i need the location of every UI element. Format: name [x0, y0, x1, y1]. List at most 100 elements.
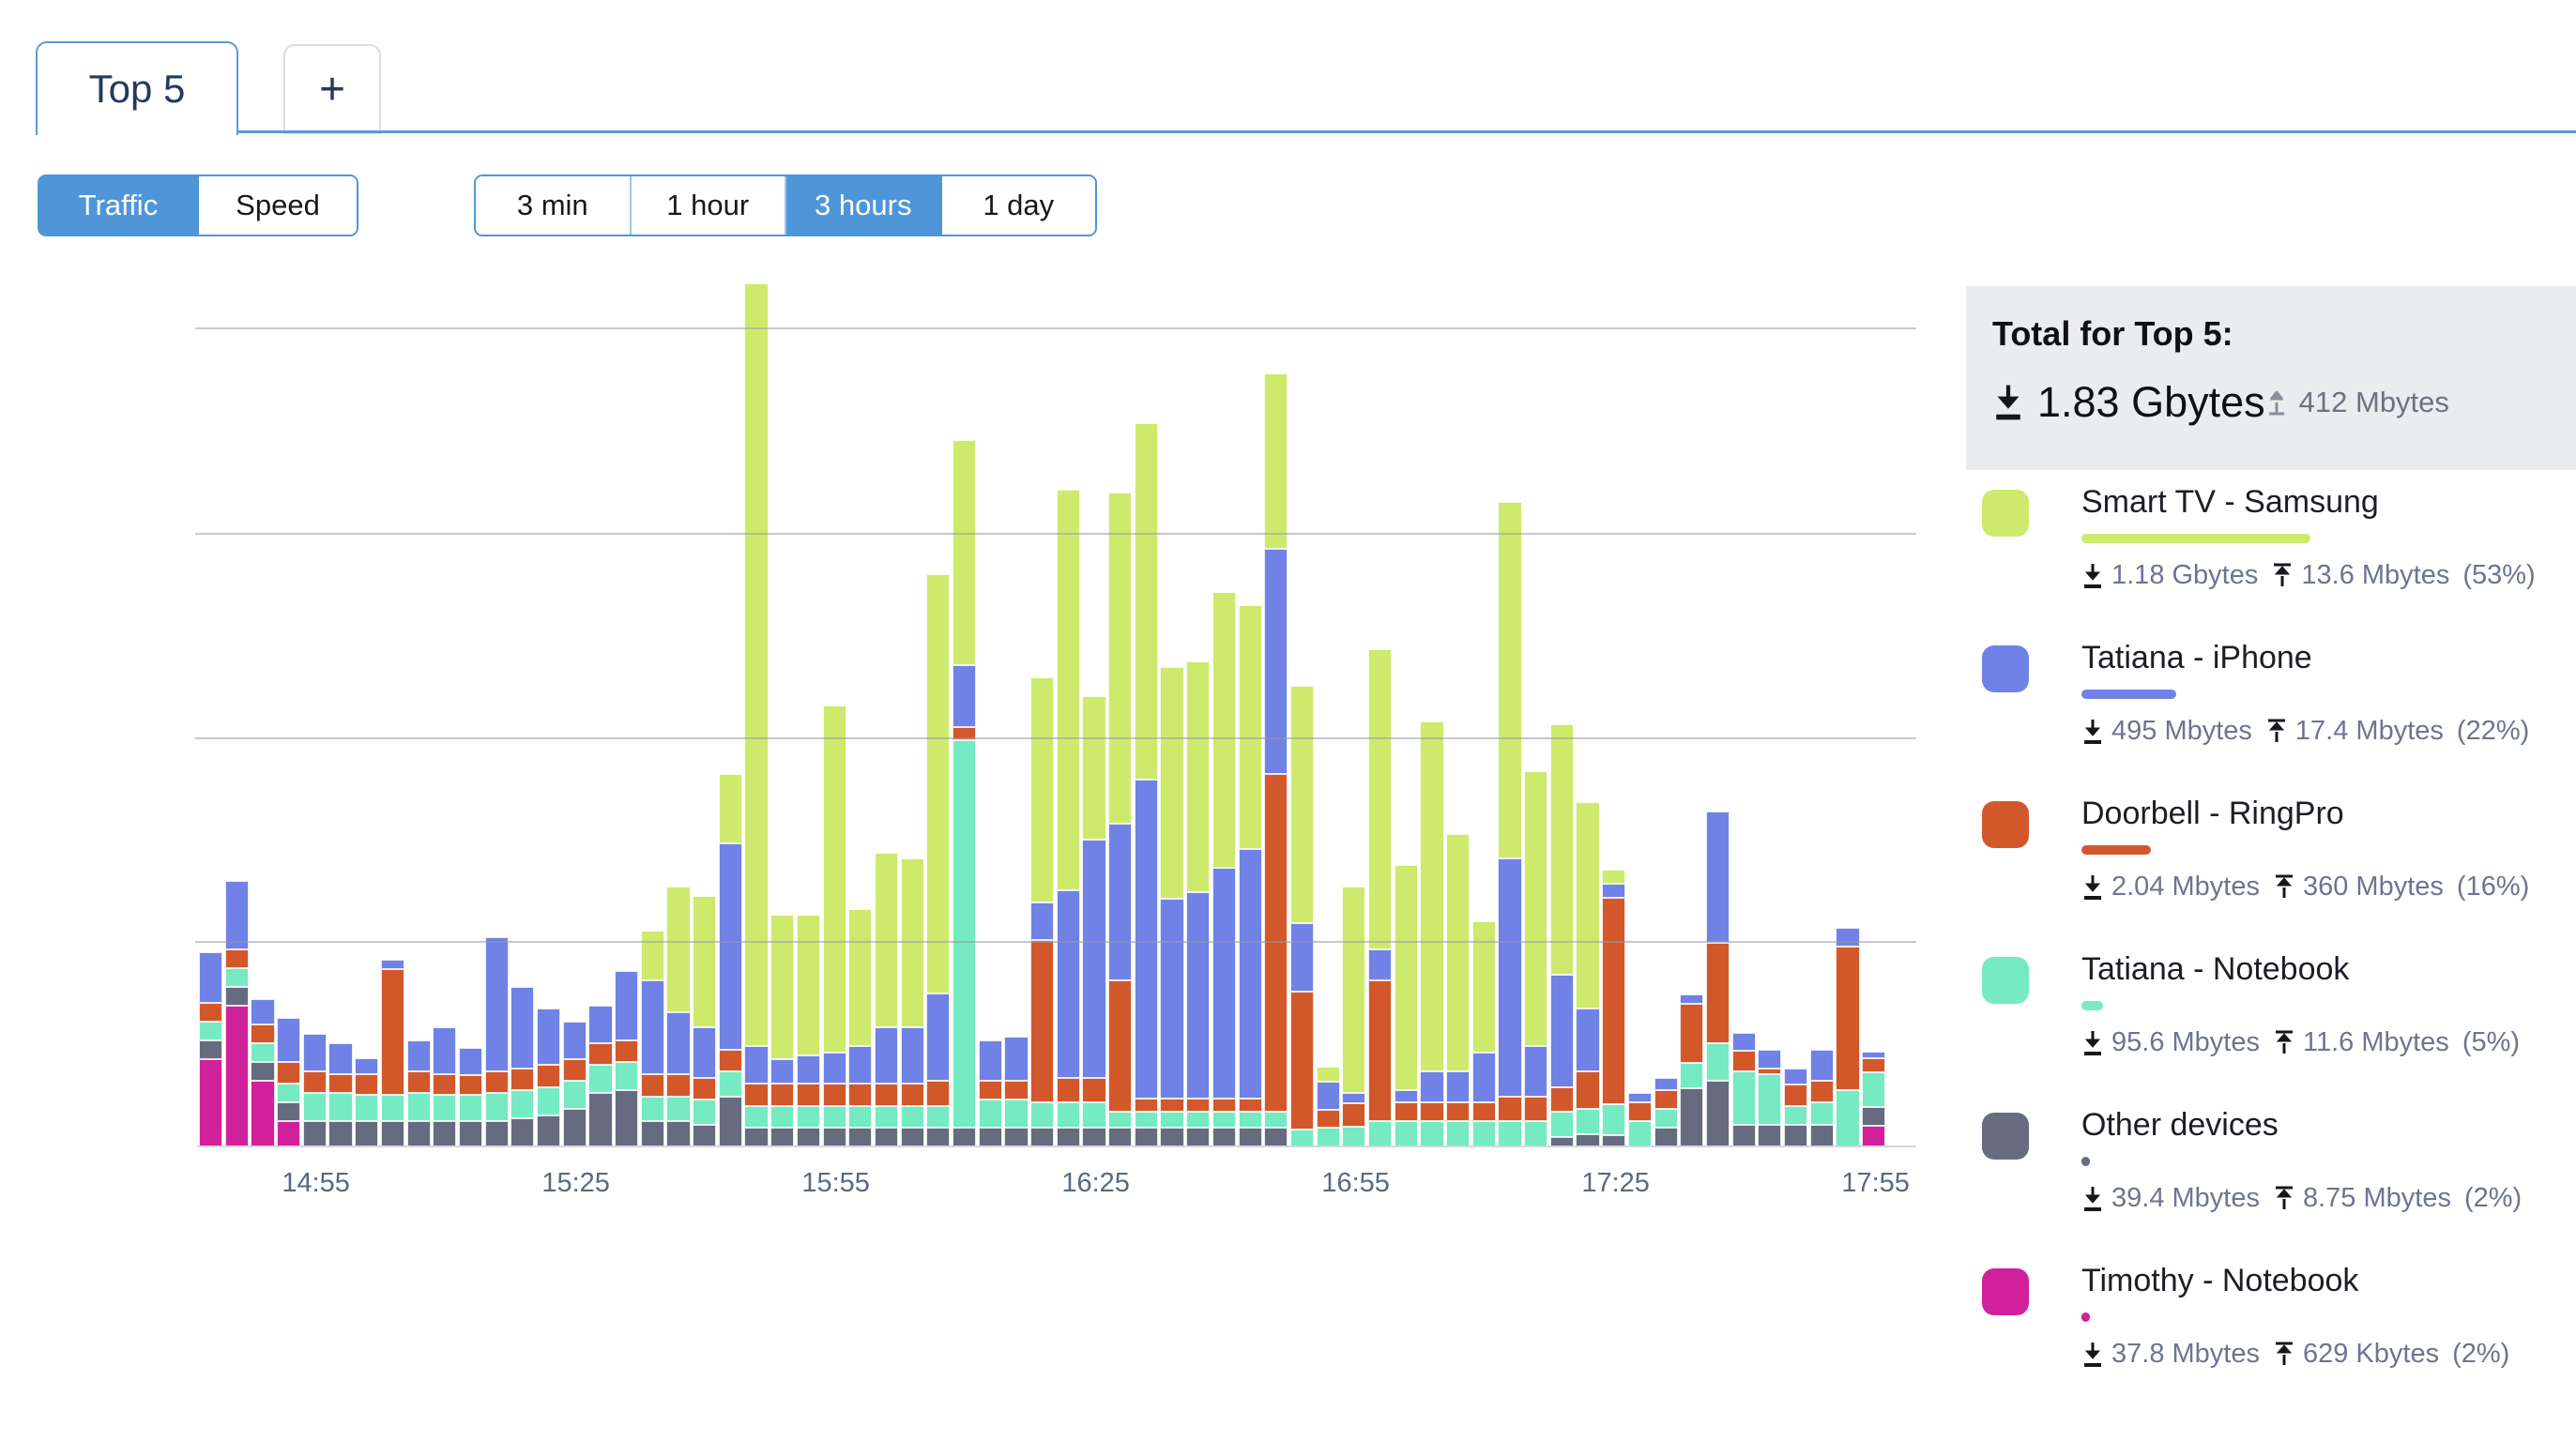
bar-column[interactable] [719, 774, 742, 1146]
bar-column[interactable] [1368, 649, 1392, 1146]
bar-segment [537, 1115, 560, 1146]
tab-top5[interactable]: Top 5 [36, 41, 238, 135]
bar-column[interactable] [433, 1027, 456, 1146]
bar-column[interactable] [459, 1048, 482, 1146]
bar-column[interactable] [1135, 423, 1158, 1146]
bar-segment [1082, 696, 1105, 840]
bar-column[interactable] [1836, 928, 1859, 1146]
bar-column[interactable] [407, 1040, 431, 1146]
bar-column[interactable] [563, 1022, 587, 1146]
bar-column[interactable] [666, 887, 690, 1146]
bar-column[interactable] [1784, 1069, 1807, 1146]
bar-segment [1654, 1109, 1678, 1128]
bar-column[interactable] [770, 915, 794, 1146]
bar-column[interactable] [1758, 1050, 1781, 1146]
bar-column[interactable] [1654, 1078, 1678, 1146]
bar-column[interactable] [1212, 592, 1236, 1146]
bar-column[interactable] [1030, 677, 1054, 1146]
bar-segment [407, 1121, 431, 1146]
range-1day-button[interactable]: 1 day [942, 176, 1096, 235]
bar-segment [1030, 903, 1054, 940]
bar-column[interactable] [1550, 724, 1574, 1146]
bar-segment [1862, 1072, 1885, 1107]
bar-column[interactable] [744, 283, 768, 1146]
bar-segment [1628, 1093, 1652, 1102]
bar-column[interactable] [1862, 1052, 1885, 1146]
speed-button[interactable]: Speed [199, 176, 357, 235]
bar-column[interactable] [1239, 605, 1262, 1146]
bar-column[interactable] [1628, 1093, 1652, 1146]
bar-column[interactable] [1420, 721, 1443, 1146]
bar-column[interactable] [1680, 994, 1703, 1146]
device-name: Doorbell - RingPro [2081, 796, 2567, 832]
traffic-button[interactable]: Traffic [39, 176, 199, 235]
bar-segment [770, 1084, 794, 1105]
bar-column[interactable] [251, 999, 274, 1146]
bar-column[interactable] [1446, 834, 1470, 1146]
legend-item-timothy-notebook[interactable]: Timothy - Notebook 37.8 Mbytes 629 Kbyte… [1966, 1263, 2576, 1418]
bar-column[interactable] [823, 705, 846, 1146]
legend-item-tatiana-notebook[interactable]: Tatiana - Notebook 95.6 Mbytes 11.6 Mbyt… [1966, 951, 2576, 1107]
bar-segment [1212, 592, 1236, 867]
bar-column[interactable] [1317, 1067, 1340, 1146]
range-3hours-button[interactable]: 3 hours [786, 176, 942, 235]
device-stats: 95.6 Mbytes 11.6 Mbytes (5%) [2081, 1027, 2567, 1058]
bar-column[interactable] [511, 987, 534, 1146]
bar-column[interactable] [1342, 887, 1365, 1146]
bar-column[interactable] [1108, 493, 1132, 1146]
bar-segment [1082, 840, 1105, 1077]
bar-column[interactable] [1395, 865, 1418, 1146]
bar-column[interactable] [901, 858, 924, 1146]
bar-segment [1030, 940, 1054, 1102]
bar-column[interactable] [1472, 921, 1496, 1146]
x-axis-line [197, 1145, 1916, 1147]
bar-column[interactable] [953, 440, 976, 1146]
bar-column[interactable] [537, 1009, 560, 1146]
bar-column[interactable] [277, 1018, 300, 1146]
range-1day-label: 1 day [983, 189, 1054, 222]
bar-column[interactable] [1004, 1037, 1028, 1146]
bar-column[interactable] [1576, 802, 1599, 1146]
bar-column[interactable] [1186, 661, 1210, 1146]
bar-column[interactable] [693, 896, 716, 1146]
bar-column[interactable] [1264, 373, 1288, 1146]
bar-column[interactable] [588, 1006, 612, 1146]
bar-plot[interactable] [199, 263, 1893, 1146]
legend-item-doorbell[interactable]: Doorbell - RingPro 2.04 Mbytes 360 Mbyte… [1966, 796, 2576, 951]
bar-column[interactable] [875, 853, 898, 1146]
add-tab-button[interactable]: + [283, 44, 381, 134]
bar-column[interactable] [926, 574, 950, 1146]
bar-column[interactable] [1082, 696, 1105, 1146]
bar-column[interactable] [641, 931, 664, 1146]
share-bar [2081, 690, 2176, 699]
bar-column[interactable] [1732, 1033, 1756, 1146]
legend-item-iphone[interactable]: Tatiana - iPhone 495 Mbytes 17.4 Mbytes … [1966, 640, 2576, 796]
bar-column[interactable] [485, 937, 509, 1146]
bar-column[interactable] [1057, 490, 1080, 1146]
legend-item-other-devices[interactable]: Other devices 39.4 Mbytes 8.75 Mbytes (2… [1966, 1107, 2576, 1263]
bar-column[interactable] [1498, 502, 1521, 1146]
bar-column[interactable] [615, 971, 638, 1146]
range-1hour-button[interactable]: 1 hour [632, 176, 787, 235]
bar-column[interactable] [1810, 1050, 1834, 1146]
bar-segment [1784, 1106, 1807, 1125]
range-3min-button[interactable]: 3 min [476, 176, 632, 235]
bar-column[interactable] [797, 915, 820, 1146]
bar-column[interactable] [1602, 870, 1625, 1146]
bar-column[interactable] [979, 1040, 1002, 1146]
bar-column[interactable] [1706, 812, 1730, 1146]
bar-column[interactable] [1290, 686, 1314, 1146]
legend-item-smarttv[interactable]: Smart TV - Samsung 1.18 Gbytes 13.6 Mbyt… [1966, 484, 2576, 640]
bar-segment [1186, 1099, 1210, 1111]
bar-column[interactable] [1524, 771, 1547, 1146]
bar-column[interactable] [199, 952, 222, 1146]
bar-segment [1680, 1063, 1703, 1088]
bar-segment [1732, 1033, 1756, 1051]
bar-column[interactable] [328, 1043, 352, 1146]
bar-column[interactable] [381, 960, 404, 1146]
bar-column[interactable] [848, 909, 872, 1146]
bar-column[interactable] [225, 881, 249, 1146]
bar-segment [381, 1121, 404, 1146]
bar-column[interactable] [303, 1034, 327, 1146]
bar-column[interactable] [355, 1058, 378, 1146]
